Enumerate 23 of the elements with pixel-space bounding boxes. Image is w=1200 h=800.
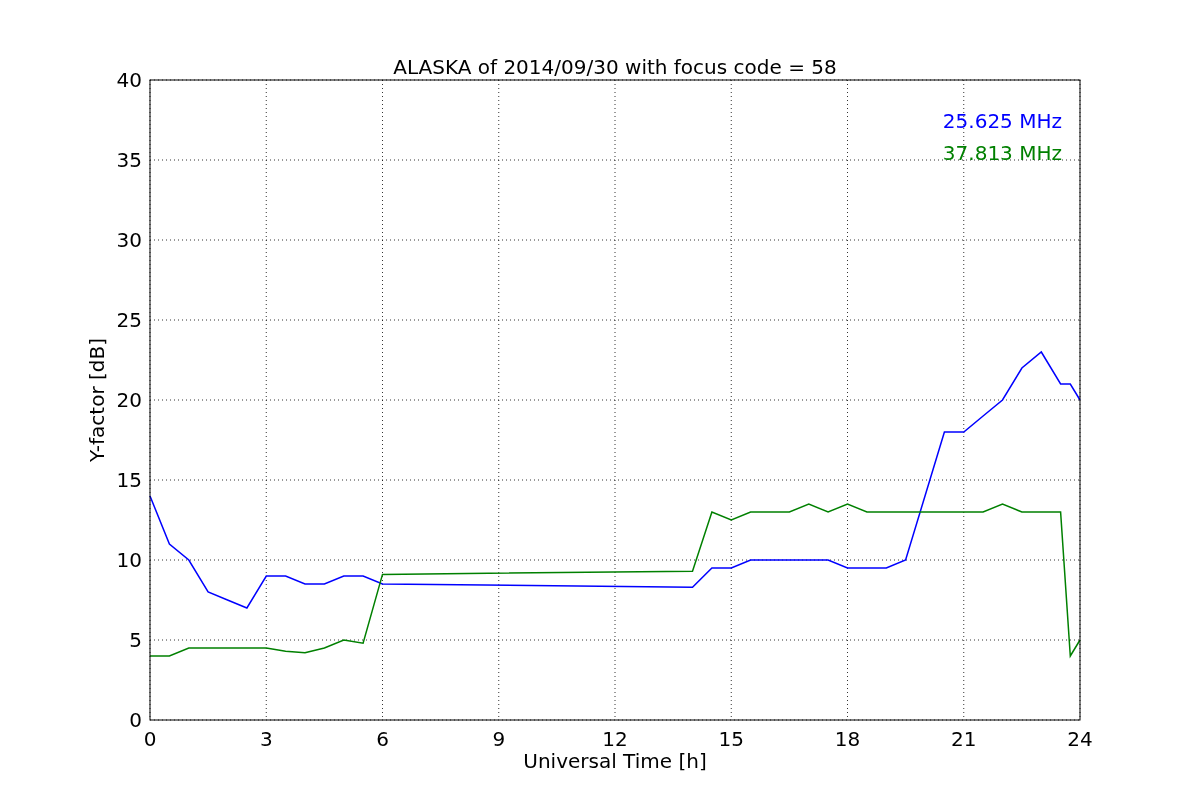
x-tick-label: 0 — [143, 727, 157, 751]
x-tick-label: 24 — [1067, 727, 1093, 751]
legend-label: 25.625 MHz — [942, 109, 1062, 133]
x-tick-label: 3 — [259, 727, 273, 751]
y-tick-label: 5 — [129, 628, 142, 652]
y-tick-label: 30 — [116, 228, 142, 252]
y-tick-label: 20 — [116, 388, 142, 412]
y-axis-label: Y-factor [dB] — [85, 338, 109, 462]
x-tick-label: 6 — [376, 727, 389, 751]
y-tick-label: 15 — [116, 468, 142, 492]
chart-title: ALASKA of 2014/09/30 with focus code = 58 — [393, 55, 837, 79]
y-tick-label: 10 — [116, 548, 142, 572]
y-tick-label: 0 — [129, 708, 142, 732]
legend-label: 37.813 MHz — [942, 141, 1062, 165]
y-tick-label: 40 — [116, 68, 142, 92]
x-tick-label: 15 — [718, 727, 744, 751]
x-axis-label: Universal Time [h] — [523, 749, 707, 773]
x-tick-label: 21 — [951, 727, 977, 751]
x-tick-label: 12 — [602, 727, 628, 751]
y-tick-label: 25 — [116, 308, 142, 332]
x-tick-label: 9 — [492, 727, 506, 751]
y-tick-label: 35 — [116, 148, 142, 172]
x-tick-label: 18 — [834, 727, 861, 751]
